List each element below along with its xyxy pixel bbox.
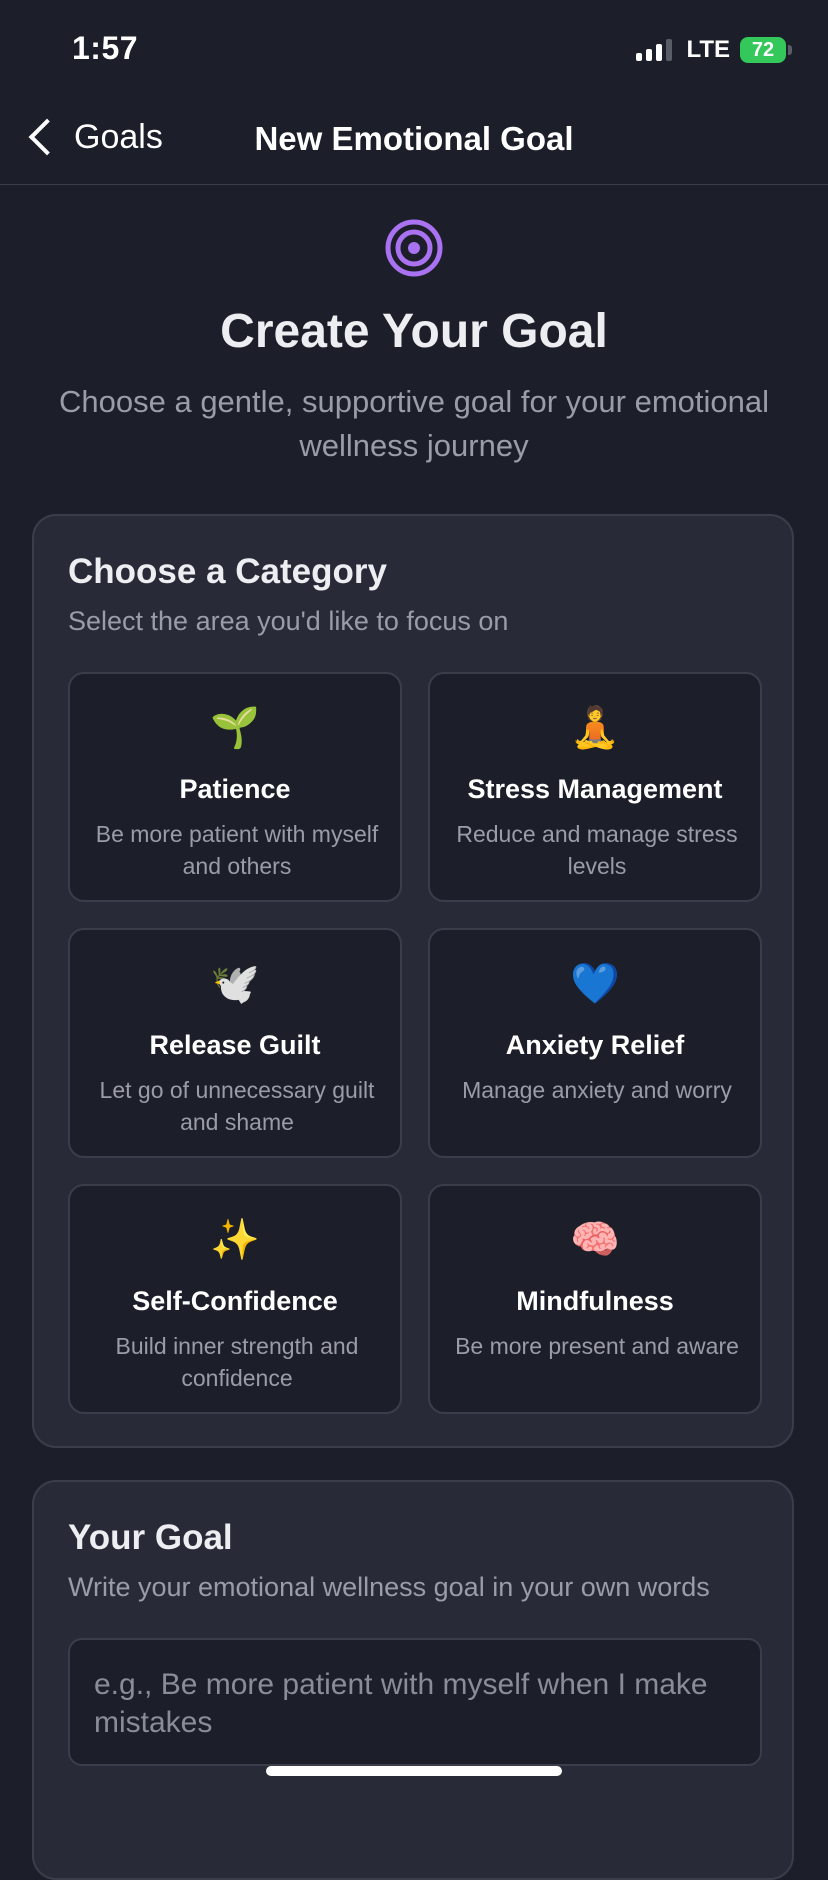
- target-icon: [385, 219, 443, 277]
- goal-subtitle: Write your emotional wellness goal in yo…: [68, 1572, 710, 1602]
- page-title: New Emotional Goal: [254, 120, 574, 157]
- option-description: Be more patient with myself and others: [95, 821, 379, 879]
- blue-heart-icon: 💙: [570, 962, 620, 1006]
- option-title: Self-Confidence: [132, 1286, 338, 1316]
- network-type: LTE: [686, 36, 730, 63]
- meditation-icon: 🧘: [570, 706, 620, 750]
- battery-level: 72: [740, 37, 786, 63]
- goal-text-input[interactable]: e.g., Be more patient with myself when I…: [68, 1638, 762, 1766]
- option-description: Be more present and aware: [455, 1333, 739, 1359]
- category-option-release-guilt[interactable]: 🕊️ Release Guilt Let go of unnecessary g…: [68, 928, 402, 1158]
- option-title: Patience: [179, 774, 291, 804]
- hero-title: Create Your Goal: [220, 305, 608, 358]
- category-option-patience[interactable]: 🌱 Patience Be more patient with myself a…: [68, 672, 402, 902]
- category-subtitle: Select the area you'd like to focus on: [68, 606, 509, 636]
- status-time: 1:57: [72, 30, 139, 66]
- option-title: Stress Management: [467, 774, 723, 804]
- navigation-bar: Goals New Emotional Goal: [0, 92, 828, 185]
- option-description: Let go of unnecessary guilt and shame: [99, 1077, 375, 1135]
- seedling-icon: 🌱: [210, 706, 260, 750]
- category-option-mindfulness[interactable]: 🧠 Mindfulness Be more present and aware: [428, 1184, 762, 1414]
- status-bar: 1:57 LTE 72: [0, 0, 828, 92]
- sparkles-icon: ✨: [210, 1218, 260, 1262]
- battery-icon: 72: [740, 37, 792, 63]
- home-indicator: [266, 1766, 562, 1776]
- dove-icon: 🕊️: [210, 962, 260, 1006]
- option-description: Manage anxiety and worry: [462, 1077, 732, 1103]
- option-description: Reduce and manage stress levels: [456, 821, 738, 879]
- option-title: Mindfulness: [516, 1286, 674, 1316]
- category-option-self-confidence[interactable]: ✨ Self-Confidence Build inner strength a…: [68, 1184, 402, 1414]
- goal-card: Your Goal Write your emotional wellness …: [32, 1480, 794, 1880]
- category-option-stress-management[interactable]: 🧘 Stress Management Reduce and manage st…: [428, 672, 762, 902]
- brain-icon: 🧠: [570, 1218, 620, 1262]
- goal-title: Your Goal: [68, 1518, 233, 1557]
- option-title: Release Guilt: [149, 1030, 321, 1060]
- cellular-signal-icon: [636, 39, 673, 61]
- option-title: Anxiety Relief: [505, 1030, 685, 1060]
- option-description: Build inner strength and confidence: [115, 1333, 359, 1391]
- hero-subtitle: Choose a gentle, supportive goal for you…: [59, 384, 769, 463]
- status-indicators: LTE 72: [636, 36, 792, 64]
- category-option-anxiety-relief[interactable]: 💙 Anxiety Relief Manage anxiety and worr…: [428, 928, 762, 1158]
- category-title: Choose a Category: [68, 552, 387, 591]
- category-card: Choose a Category Select the area you'd …: [32, 514, 794, 1448]
